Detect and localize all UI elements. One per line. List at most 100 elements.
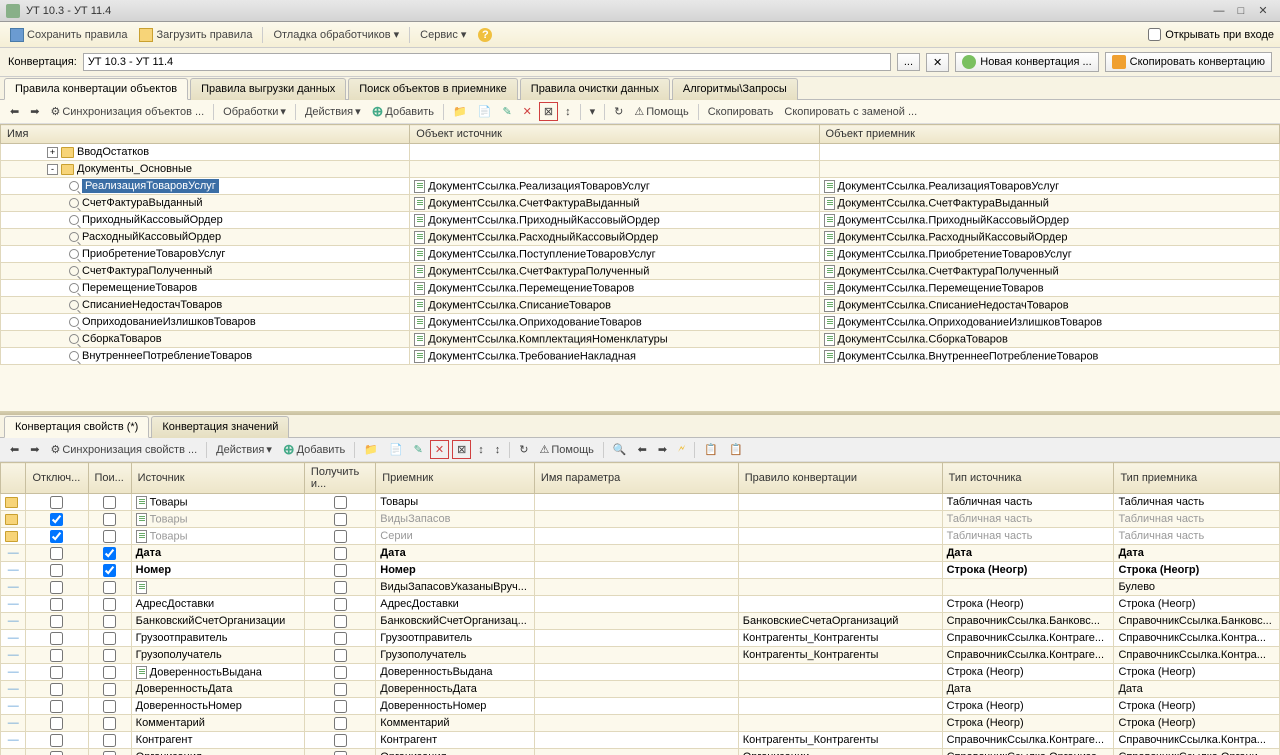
copy-replace-button[interactable]: Скопировать с заменой ...: [780, 104, 921, 120]
upper-col-2[interactable]: Объект приемник: [819, 125, 1279, 144]
upper-row[interactable]: ВнутреннееПотреблениеТоваровДокументСсыл…: [1, 348, 1280, 365]
get-checkbox[interactable]: [334, 547, 347, 560]
debug-handlers-button[interactable]: Отладка обработчиков ▾: [269, 26, 403, 43]
lower-row[interactable]: —АдресДоставкиАдресДоставкиСтрока (Неогр…: [1, 596, 1280, 613]
lower-row[interactable]: —ДатаДатаДатаДата: [1, 545, 1280, 562]
upper-col-1[interactable]: Объект источник: [410, 125, 819, 144]
conversion-input[interactable]: [83, 53, 891, 71]
get-checkbox[interactable]: [334, 581, 347, 594]
search-checkbox[interactable]: [103, 581, 116, 594]
help-button-3[interactable]: ⚠ Помощь: [536, 441, 598, 458]
main-tab-2[interactable]: Поиск объектов в приемнике: [348, 78, 518, 100]
get-checkbox[interactable]: [334, 513, 347, 526]
tb-btn-5[interactable]: ⊠: [539, 102, 558, 121]
copy-button[interactable]: Скопировать: [704, 104, 778, 120]
lower-col-6[interactable]: Имя параметра: [534, 463, 738, 494]
get-checkbox[interactable]: [334, 751, 347, 755]
ltb-5[interactable]: ⊠: [452, 440, 471, 459]
actions-button[interactable]: Действия ▾: [301, 103, 365, 120]
processing-button[interactable]: Обработки ▾: [219, 103, 290, 120]
lower-row[interactable]: ТоварыВидыЗапасовТабличная частьТаблична…: [1, 511, 1280, 528]
service-button[interactable]: Сервис ▾: [416, 26, 470, 43]
upper-row[interactable]: ПеремещениеТоваровДокументСсылка.Перемещ…: [1, 280, 1280, 297]
search-checkbox[interactable]: [103, 734, 116, 747]
disable-checkbox[interactable]: [50, 666, 63, 679]
search-checkbox[interactable]: [103, 717, 116, 730]
lower-row[interactable]: ТоварыСерииТабличная частьТабличная част…: [1, 528, 1280, 545]
disable-checkbox[interactable]: [50, 734, 63, 747]
ltb-6[interactable]: ↕: [474, 442, 488, 458]
lower-row[interactable]: —ДоверенностьНомерДоверенностьНомерСтрок…: [1, 698, 1280, 715]
nav-back-button-2[interactable]: ⬅: [6, 441, 23, 458]
get-checkbox[interactable]: [334, 564, 347, 577]
tree-toggle[interactable]: +: [47, 147, 58, 158]
search-checkbox[interactable]: [103, 530, 116, 543]
upper-row[interactable]: СписаниеНедостачТоваровДокументСсылка.Сп…: [1, 297, 1280, 314]
disable-checkbox[interactable]: [50, 615, 63, 628]
upper-grid[interactable]: ИмяОбъект источникОбъект приемник+ВводОс…: [0, 124, 1280, 411]
upper-row[interactable]: ПриобретениеТоваровУслугДокументСсылка.П…: [1, 246, 1280, 263]
nav-fwd-button[interactable]: ➡: [26, 103, 43, 120]
disable-checkbox[interactable]: [50, 496, 63, 509]
tb-btn-4[interactable]: ✕: [519, 103, 536, 120]
search-checkbox[interactable]: [103, 547, 116, 560]
ltb-search[interactable]: 🔍: [609, 441, 631, 458]
ltb-1[interactable]: 📁: [360, 441, 382, 458]
main-tab-0[interactable]: Правила конвертации объектов: [4, 78, 188, 100]
lower-col-5[interactable]: Приемник: [376, 463, 535, 494]
get-checkbox[interactable]: [334, 496, 347, 509]
help-button-2[interactable]: ⚠ Помощь: [630, 103, 692, 120]
open-on-start-checkbox[interactable]: Открывать при входе: [1148, 28, 1274, 41]
help-button[interactable]: ?: [474, 26, 496, 44]
search-checkbox[interactable]: [103, 683, 116, 696]
sync-objects-button[interactable]: ⚙ Синхронизация объектов ...: [46, 103, 208, 120]
search-checkbox[interactable]: [103, 700, 116, 713]
lower-grid[interactable]: Отключ...Пои...ИсточникПолучить и...Прие…: [0, 462, 1280, 755]
disable-checkbox[interactable]: [50, 564, 63, 577]
get-checkbox[interactable]: [334, 717, 347, 730]
disable-checkbox[interactable]: [50, 683, 63, 696]
ltb-10[interactable]: 📋: [725, 441, 747, 458]
upper-row[interactable]: -Документы_Основные: [1, 161, 1280, 178]
lower-row[interactable]: —ВидыЗапасовУказаныВруч...Булево: [1, 579, 1280, 596]
add-button-2[interactable]: ⊕Добавить: [279, 439, 349, 460]
upper-row[interactable]: СчетФактураВыданныйДокументСсылка.СчетФа…: [1, 195, 1280, 212]
lower-col-0[interactable]: [1, 463, 26, 494]
lower-col-7[interactable]: Правило конвертации: [738, 463, 942, 494]
save-rules-button[interactable]: Сохранить правила: [6, 26, 131, 44]
disable-checkbox[interactable]: [50, 530, 63, 543]
tb-btn-2[interactable]: 📄: [474, 103, 496, 120]
get-checkbox[interactable]: [334, 530, 347, 543]
add-button[interactable]: ⊕Добавить: [368, 101, 438, 122]
lower-col-8[interactable]: Тип источника: [942, 463, 1114, 494]
disable-checkbox[interactable]: [50, 581, 63, 594]
upper-row[interactable]: СборкаТоваровДокументСсылка.Комплектация…: [1, 331, 1280, 348]
search-checkbox[interactable]: [103, 598, 116, 611]
upper-row[interactable]: +ВводОстатков: [1, 144, 1280, 161]
lower-row[interactable]: —ГрузоотправительГрузоотправительКонтраг…: [1, 630, 1280, 647]
lower-col-9[interactable]: Тип приемника: [1114, 463, 1280, 494]
get-checkbox[interactable]: [334, 649, 347, 662]
disable-checkbox[interactable]: [50, 751, 63, 755]
get-checkbox[interactable]: [334, 683, 347, 696]
lower-row[interactable]: —ГрузополучательГрузополучательКонтраген…: [1, 647, 1280, 664]
get-checkbox[interactable]: [334, 734, 347, 747]
disable-checkbox[interactable]: [50, 649, 63, 662]
lower-tab-1[interactable]: Конвертация значений: [151, 416, 289, 438]
search-checkbox[interactable]: [103, 666, 116, 679]
tb-btn-6[interactable]: ↕: [561, 104, 575, 120]
lower-row[interactable]: —ОрганизацияОрганизацияОрганизацииСправо…: [1, 749, 1280, 755]
search-checkbox[interactable]: [103, 513, 116, 526]
disable-checkbox[interactable]: [50, 547, 63, 560]
actions-button-2[interactable]: Действия ▾: [212, 441, 276, 458]
get-checkbox[interactable]: [334, 615, 347, 628]
get-checkbox[interactable]: [334, 632, 347, 645]
refresh-button-2[interactable]: ↻: [515, 441, 532, 458]
ltb-2[interactable]: 📄: [385, 441, 407, 458]
upper-row[interactable]: РасходныйКассовыйОрдерДокументСсылка.Рас…: [1, 229, 1280, 246]
nav-back-button[interactable]: ⬅: [6, 103, 23, 120]
conversion-clear-button[interactable]: ✕: [926, 53, 949, 72]
upper-col-0[interactable]: Имя: [1, 125, 410, 144]
tb-btn-3[interactable]: ✎: [498, 103, 515, 120]
search-checkbox[interactable]: [103, 615, 116, 628]
